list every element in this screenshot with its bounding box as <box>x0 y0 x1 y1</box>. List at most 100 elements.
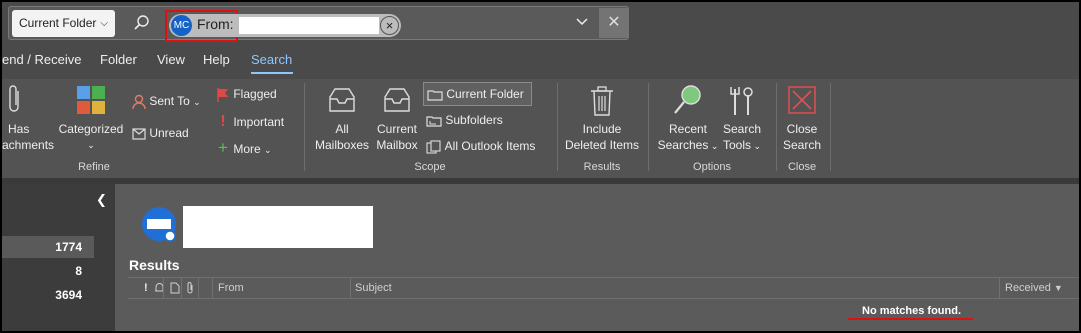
search-tools-label-1: Search <box>722 122 762 136</box>
tab-help[interactable]: Help <box>203 52 230 67</box>
all-mailboxes-label-2: Mailboxes <box>314 138 370 152</box>
current-mailbox-label-1: Current <box>376 122 417 136</box>
envelope-icon <box>132 128 146 140</box>
flag-icon <box>216 87 230 103</box>
categorized-icon <box>76 85 106 115</box>
sent-to-label: Sent To <box>149 94 190 109</box>
from-column-header[interactable]: From <box>218 282 244 294</box>
all-mailboxes-label-1: All <box>335 122 349 136</box>
scope-group-label: Scope <box>414 161 446 173</box>
document-icon[interactable] <box>170 282 180 294</box>
results-column-header: ! From Subject Received ▼ <box>128 277 1079 299</box>
remove-criteria-close-icon[interactable]: × <box>380 16 399 35</box>
trash-icon <box>589 85 615 117</box>
sent-to-button[interactable]: Sent To ⌄ <box>132 94 201 110</box>
tab-view[interactable]: View <box>157 52 185 67</box>
importance-column-icon[interactable]: ! <box>144 282 148 294</box>
documents-icon <box>426 140 442 154</box>
current-folder-label: Current Folder <box>446 87 524 101</box>
refine-group-label: Refine <box>78 161 110 173</box>
received-column-header[interactable]: Received ▼ <box>1005 282 1063 294</box>
sort-descending-icon: ▼ <box>1053 283 1063 293</box>
chevron-down-icon: ⌄ <box>750 141 762 151</box>
recent-searches-label-2: Searches <box>657 138 709 152</box>
no-results-message: No matches found. <box>862 305 962 317</box>
collapse-chevron-left-icon[interactable]: ❮ <box>96 192 107 208</box>
person-icon <box>132 94 146 110</box>
search-bar: Current Folder ⌵ MC From: × ✕ <box>8 6 629 42</box>
folder-pane: ❮ 1774 8 3694 <box>2 184 115 331</box>
inbox-tray-icon <box>327 87 357 113</box>
exclamation-icon: ! <box>220 113 226 130</box>
active-tab-indicator <box>251 72 293 74</box>
folder-item-count[interactable]: 1774 <box>2 236 94 258</box>
chevron-down-icon: ⌄ <box>264 145 272 155</box>
subfolders-icon <box>426 115 442 127</box>
important-button[interactable]: ! Important <box>216 113 284 131</box>
unread-button[interactable]: Unread <box>132 126 189 140</box>
folder-item-count[interactable]: 8 <box>2 260 94 282</box>
close-search-label-1: Close <box>786 122 818 136</box>
important-label: Important <box>233 115 285 129</box>
more-label: More <box>233 142 261 156</box>
folder-icon <box>427 89 443 101</box>
paperclip-icon <box>8 85 22 115</box>
column-divider <box>181 278 182 299</box>
ribbon-divider <box>776 83 777 171</box>
tab-send-receive[interactable]: end / Receive <box>2 52 82 67</box>
search-tools-label-2: Tools <box>722 138 751 152</box>
has-attachments-button[interactable]: Has achments <box>2 121 55 153</box>
plus-icon: + <box>218 138 228 157</box>
has-attachments-label-1: Has <box>8 122 30 136</box>
options-group-label: Options <box>693 161 731 173</box>
attachment-column-paperclip-icon[interactable] <box>186 282 194 294</box>
flagged-button[interactable]: Flagged <box>216 87 277 103</box>
annotation-underline <box>848 318 973 320</box>
more-button[interactable]: + More ⌄ <box>216 138 272 158</box>
results-pane: Results ! From Subject Received ▼ No mat… <box>115 184 1079 331</box>
close-search-label-2: Search <box>782 138 822 152</box>
search-icon[interactable] <box>133 14 151 32</box>
folder-item-count[interactable]: 3694 <box>2 284 94 306</box>
flagged-label: Flagged <box>233 87 277 102</box>
search-ribbon: Has achments Categorized ⌄ Sent To ⌄ Unr… <box>2 79 1079 178</box>
from-criteria-label: From: <box>197 16 234 32</box>
include-deleted-label-2: Deleted Items <box>564 138 640 152</box>
column-divider <box>163 278 164 299</box>
current-mailbox-button[interactable]: Current Mailbox <box>372 121 422 153</box>
search-scope-dropdown[interactable]: Current Folder ⌵ <box>12 10 115 37</box>
column-divider <box>999 278 1000 299</box>
subject-column-header[interactable]: Subject <box>355 282 392 294</box>
search-options-chevron-icon[interactable] <box>575 15 589 29</box>
contact-card-icon <box>141 206 177 242</box>
clear-search-close-icon[interactable]: ✕ <box>599 8 629 38</box>
subfolders-label: Subfolders <box>445 113 503 127</box>
all-outlook-items-button[interactable]: All Outlook Items <box>426 139 535 154</box>
has-attachments-label-2: achments <box>2 138 55 152</box>
include-deleted-items-button[interactable]: Include Deleted Items <box>562 121 642 153</box>
current-folder-button[interactable]: Current Folder <box>423 82 532 106</box>
avatar: MC <box>171 15 192 36</box>
recent-searches-button[interactable]: Recent Searches ⌄ <box>654 121 722 154</box>
chevron-down-icon: ⌵ <box>100 18 108 29</box>
unread-label: Unread <box>149 126 189 140</box>
ribbon-divider <box>304 83 305 171</box>
all-mailboxes-button[interactable]: All Mailboxes <box>312 121 372 153</box>
results-heading: Results <box>129 257 180 273</box>
subfolders-button[interactable]: Subfolders <box>426 113 503 127</box>
recent-searches-label-1: Recent <box>668 122 708 136</box>
tab-search[interactable]: Search <box>251 52 292 67</box>
close-search-button[interactable]: Close Search <box>778 121 826 153</box>
categorized-button[interactable]: Categorized ⌄ <box>56 121 126 153</box>
chevron-down-icon: ⌄ <box>193 97 201 108</box>
inbox-tray-icon <box>382 87 412 113</box>
search-scope-label: Current Folder <box>19 16 97 30</box>
ribbon-divider <box>648 83 649 171</box>
column-divider <box>212 278 213 299</box>
tab-folder[interactable]: Folder <box>100 52 137 67</box>
from-criteria-pill[interactable]: MC From: × <box>169 14 401 37</box>
current-mailbox-label-2: Mailbox <box>376 138 418 152</box>
search-tools-button[interactable]: Search Tools ⌄ <box>714 121 770 154</box>
recent-searches-icon <box>672 83 704 117</box>
column-divider <box>198 278 199 299</box>
